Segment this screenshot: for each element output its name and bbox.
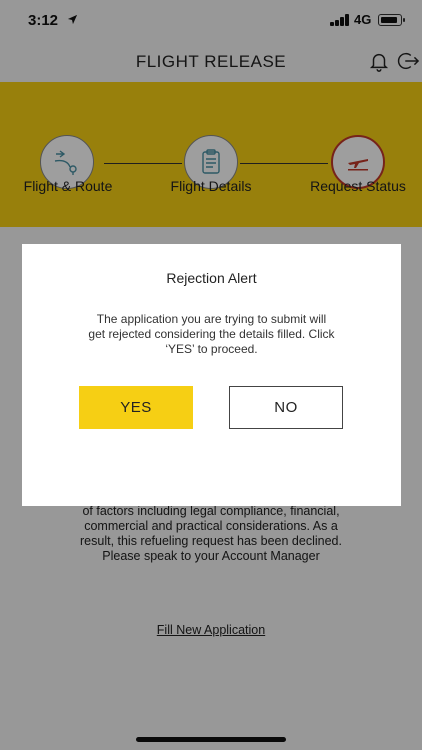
dialog-message: The application you are trying to submit… [62, 312, 361, 357]
dialog-message-line: get rejected considering the details fil… [88, 327, 335, 341]
app-screen: 3:12 4G FLIGHT RELEASE Flight & Route Fl… [0, 0, 422, 750]
dialog-message-line: ‘YES’ to proceed. [165, 342, 258, 356]
dialog-title: Rejection Alert [166, 270, 257, 286]
dialog-message-line: The application you are trying to submit… [96, 312, 327, 326]
rejection-alert-dialog: Rejection Alert The application you are … [22, 244, 401, 506]
no-button[interactable]: NO [229, 386, 343, 429]
yes-button[interactable]: YES [79, 386, 193, 429]
